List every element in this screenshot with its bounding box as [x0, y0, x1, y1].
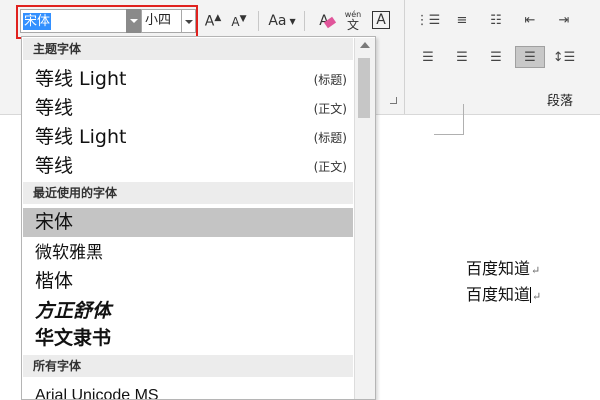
change-case-button[interactable]: Aa ▼	[264, 9, 300, 33]
multilevel-list-icon: ☷	[490, 12, 502, 28]
font-option-name: 等线 Light	[35, 68, 127, 90]
font-option-name: 华文隶书	[35, 328, 112, 349]
margin-corner-mark	[434, 134, 464, 135]
font-option[interactable]: 等线 Light (标题)	[23, 64, 353, 92]
font-option-name: 等线	[35, 155, 74, 177]
dropdown-scrollbar[interactable]	[354, 38, 375, 399]
font-option[interactable]: 方正舒体	[23, 297, 353, 325]
paragraph-mark-icon: ↵	[531, 264, 541, 277]
font-option-tag: (标题)	[313, 73, 347, 87]
font-option-name: 微软雅黑	[35, 243, 103, 263]
font-option-name: 等线	[35, 97, 74, 119]
numbering-button[interactable]: ≡	[447, 9, 477, 31]
font-option-name: 宋体	[35, 211, 74, 233]
increase-indent-icon: ⇥	[558, 12, 570, 28]
divider	[304, 11, 305, 31]
paragraph-row-2: ☰ ☰ ☰ ☰ ↕☰	[413, 46, 579, 68]
font-dialog-launcher-icon[interactable]	[390, 97, 397, 104]
shrink-font-icon: A▼	[231, 13, 247, 29]
grow-font-button[interactable]: A▲	[204, 9, 222, 33]
font-name-combobox[interactable]: 宋体	[20, 9, 126, 33]
justify-button[interactable]: ☰	[515, 46, 545, 68]
decrease-indent-button[interactable]: ⇤	[515, 9, 545, 31]
font-option[interactable]: 等线 Light (标题)	[23, 122, 353, 150]
font-size-dropdown-button[interactable]	[181, 9, 196, 33]
font-option[interactable]: 楷体	[23, 267, 353, 295]
text-cursor	[530, 287, 532, 303]
line-spacing-button[interactable]: ↕☰	[549, 46, 579, 68]
shrink-font-button[interactable]: A▼	[230, 9, 248, 33]
theme-fonts-header: 主题字体	[23, 38, 353, 60]
font-size-combobox[interactable]: 小四	[141, 9, 181, 33]
change-case-label: Aa	[268, 13, 287, 29]
font-option-name: Arial Unicode MS	[35, 387, 159, 400]
margin-corner-mark	[463, 104, 464, 135]
document-line[interactable]: 百度知道↵	[466, 255, 540, 279]
clear-formatting-button[interactable]: A	[312, 9, 337, 33]
font-option[interactable]: Arial Unicode MS	[23, 382, 353, 400]
recent-fonts-header: 最近使用的字体	[23, 182, 353, 204]
character-border-icon: A	[376, 12, 386, 28]
paragraph-row-1: ⋮☰ ≡ ☷ ⇤ ⇥	[413, 9, 579, 31]
chevron-down-icon: ▼	[289, 16, 296, 26]
scroll-up-icon[interactable]	[360, 42, 370, 48]
font-option-tag: (标题)	[313, 131, 347, 145]
font-name-dropdown-button[interactable]	[126, 9, 141, 33]
grow-font-icon: A▲	[204, 12, 222, 30]
font-option[interactable]: 华文隶书	[23, 325, 353, 353]
font-option[interactable]: 等线 (正文)	[23, 151, 353, 179]
scroll-thumb[interactable]	[358, 58, 370, 118]
eraser-icon: A	[319, 13, 337, 29]
bullet-list-icon: ⋮☰	[415, 12, 441, 28]
paragraph-group: ⋮☰ ≡ ☷ ⇤ ⇥ ☰ ☰ ☰ ☰ ↕☰ 段落	[404, 0, 600, 114]
increase-indent-button[interactable]: ⇥	[549, 9, 579, 31]
phonetic-bottom-label: 文	[346, 18, 359, 32]
paragraph-mark-icon: ↵	[532, 290, 542, 303]
font-option[interactable]: 微软雅黑	[23, 240, 353, 266]
align-right-button[interactable]: ☰	[481, 46, 511, 68]
document-line-text: 百度知道	[466, 285, 531, 304]
line-spacing-icon: ↕☰	[552, 49, 576, 65]
font-option-tag: (正文)	[313, 102, 347, 116]
font-option-name: 等线 Light	[35, 126, 127, 148]
document-line[interactable]: 百度知道↵	[466, 281, 541, 305]
font-option[interactable]: 等线 (正文)	[23, 93, 353, 121]
align-center-button[interactable]: ☰	[447, 46, 477, 68]
multilevel-list-button[interactable]: ☷	[481, 9, 511, 31]
numbered-list-icon: ≡	[456, 12, 468, 28]
font-name-value[interactable]: 宋体	[23, 13, 52, 30]
font-dropdown-list[interactable]: 主题字体 等线 Light (标题) 等线 (正文) 等线 Light (标题)…	[21, 36, 376, 400]
bullets-button[interactable]: ⋮☰	[413, 9, 443, 31]
paragraph-group-label: 段落	[547, 94, 574, 109]
character-border-button[interactable]: A	[372, 11, 390, 29]
align-center-icon: ☰	[456, 49, 468, 65]
font-option-name: 方正舒体	[35, 300, 112, 322]
divider	[258, 11, 259, 31]
font-option-tag: (正文)	[313, 160, 347, 174]
decrease-indent-icon: ⇤	[524, 12, 536, 28]
all-fonts-header: 所有字体	[23, 355, 353, 377]
phonetic-guide-button[interactable]: wén 文	[342, 9, 364, 33]
align-left-icon: ☰	[422, 49, 434, 65]
align-right-icon: ☰	[490, 49, 502, 65]
document-line-text: 百度知道	[466, 259, 531, 278]
align-left-button[interactable]: ☰	[413, 46, 443, 68]
font-option-name: 楷体	[35, 270, 74, 292]
font-option-selected[interactable]: 宋体	[23, 208, 353, 237]
justify-icon: ☰	[524, 49, 536, 65]
